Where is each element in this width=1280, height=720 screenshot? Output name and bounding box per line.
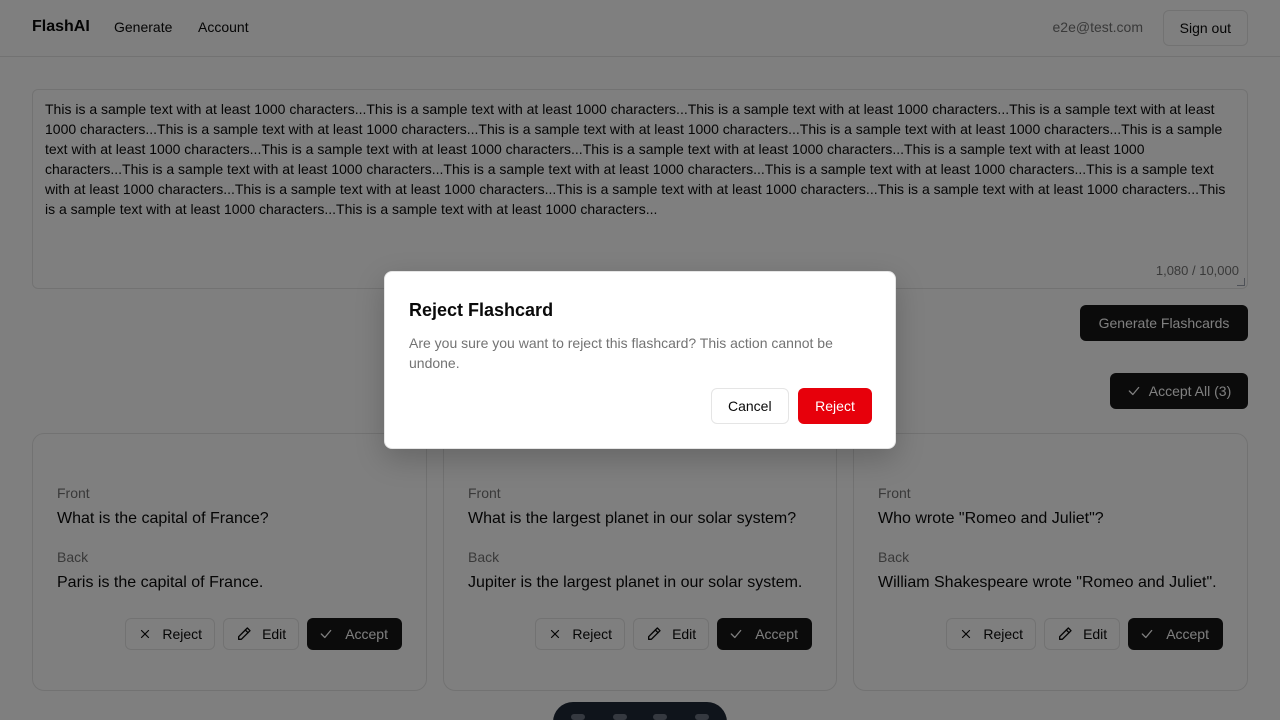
- dialog-description: Are you sure you want to reject this fla…: [409, 335, 833, 371]
- cancel-button[interactable]: Cancel: [711, 388, 789, 424]
- dialog-title: Reject Flashcard: [409, 300, 554, 320]
- reject-confirmation-dialog: Reject Flashcard Are you sure you want t…: [384, 271, 896, 449]
- confirm-reject-button[interactable]: Reject: [798, 388, 872, 424]
